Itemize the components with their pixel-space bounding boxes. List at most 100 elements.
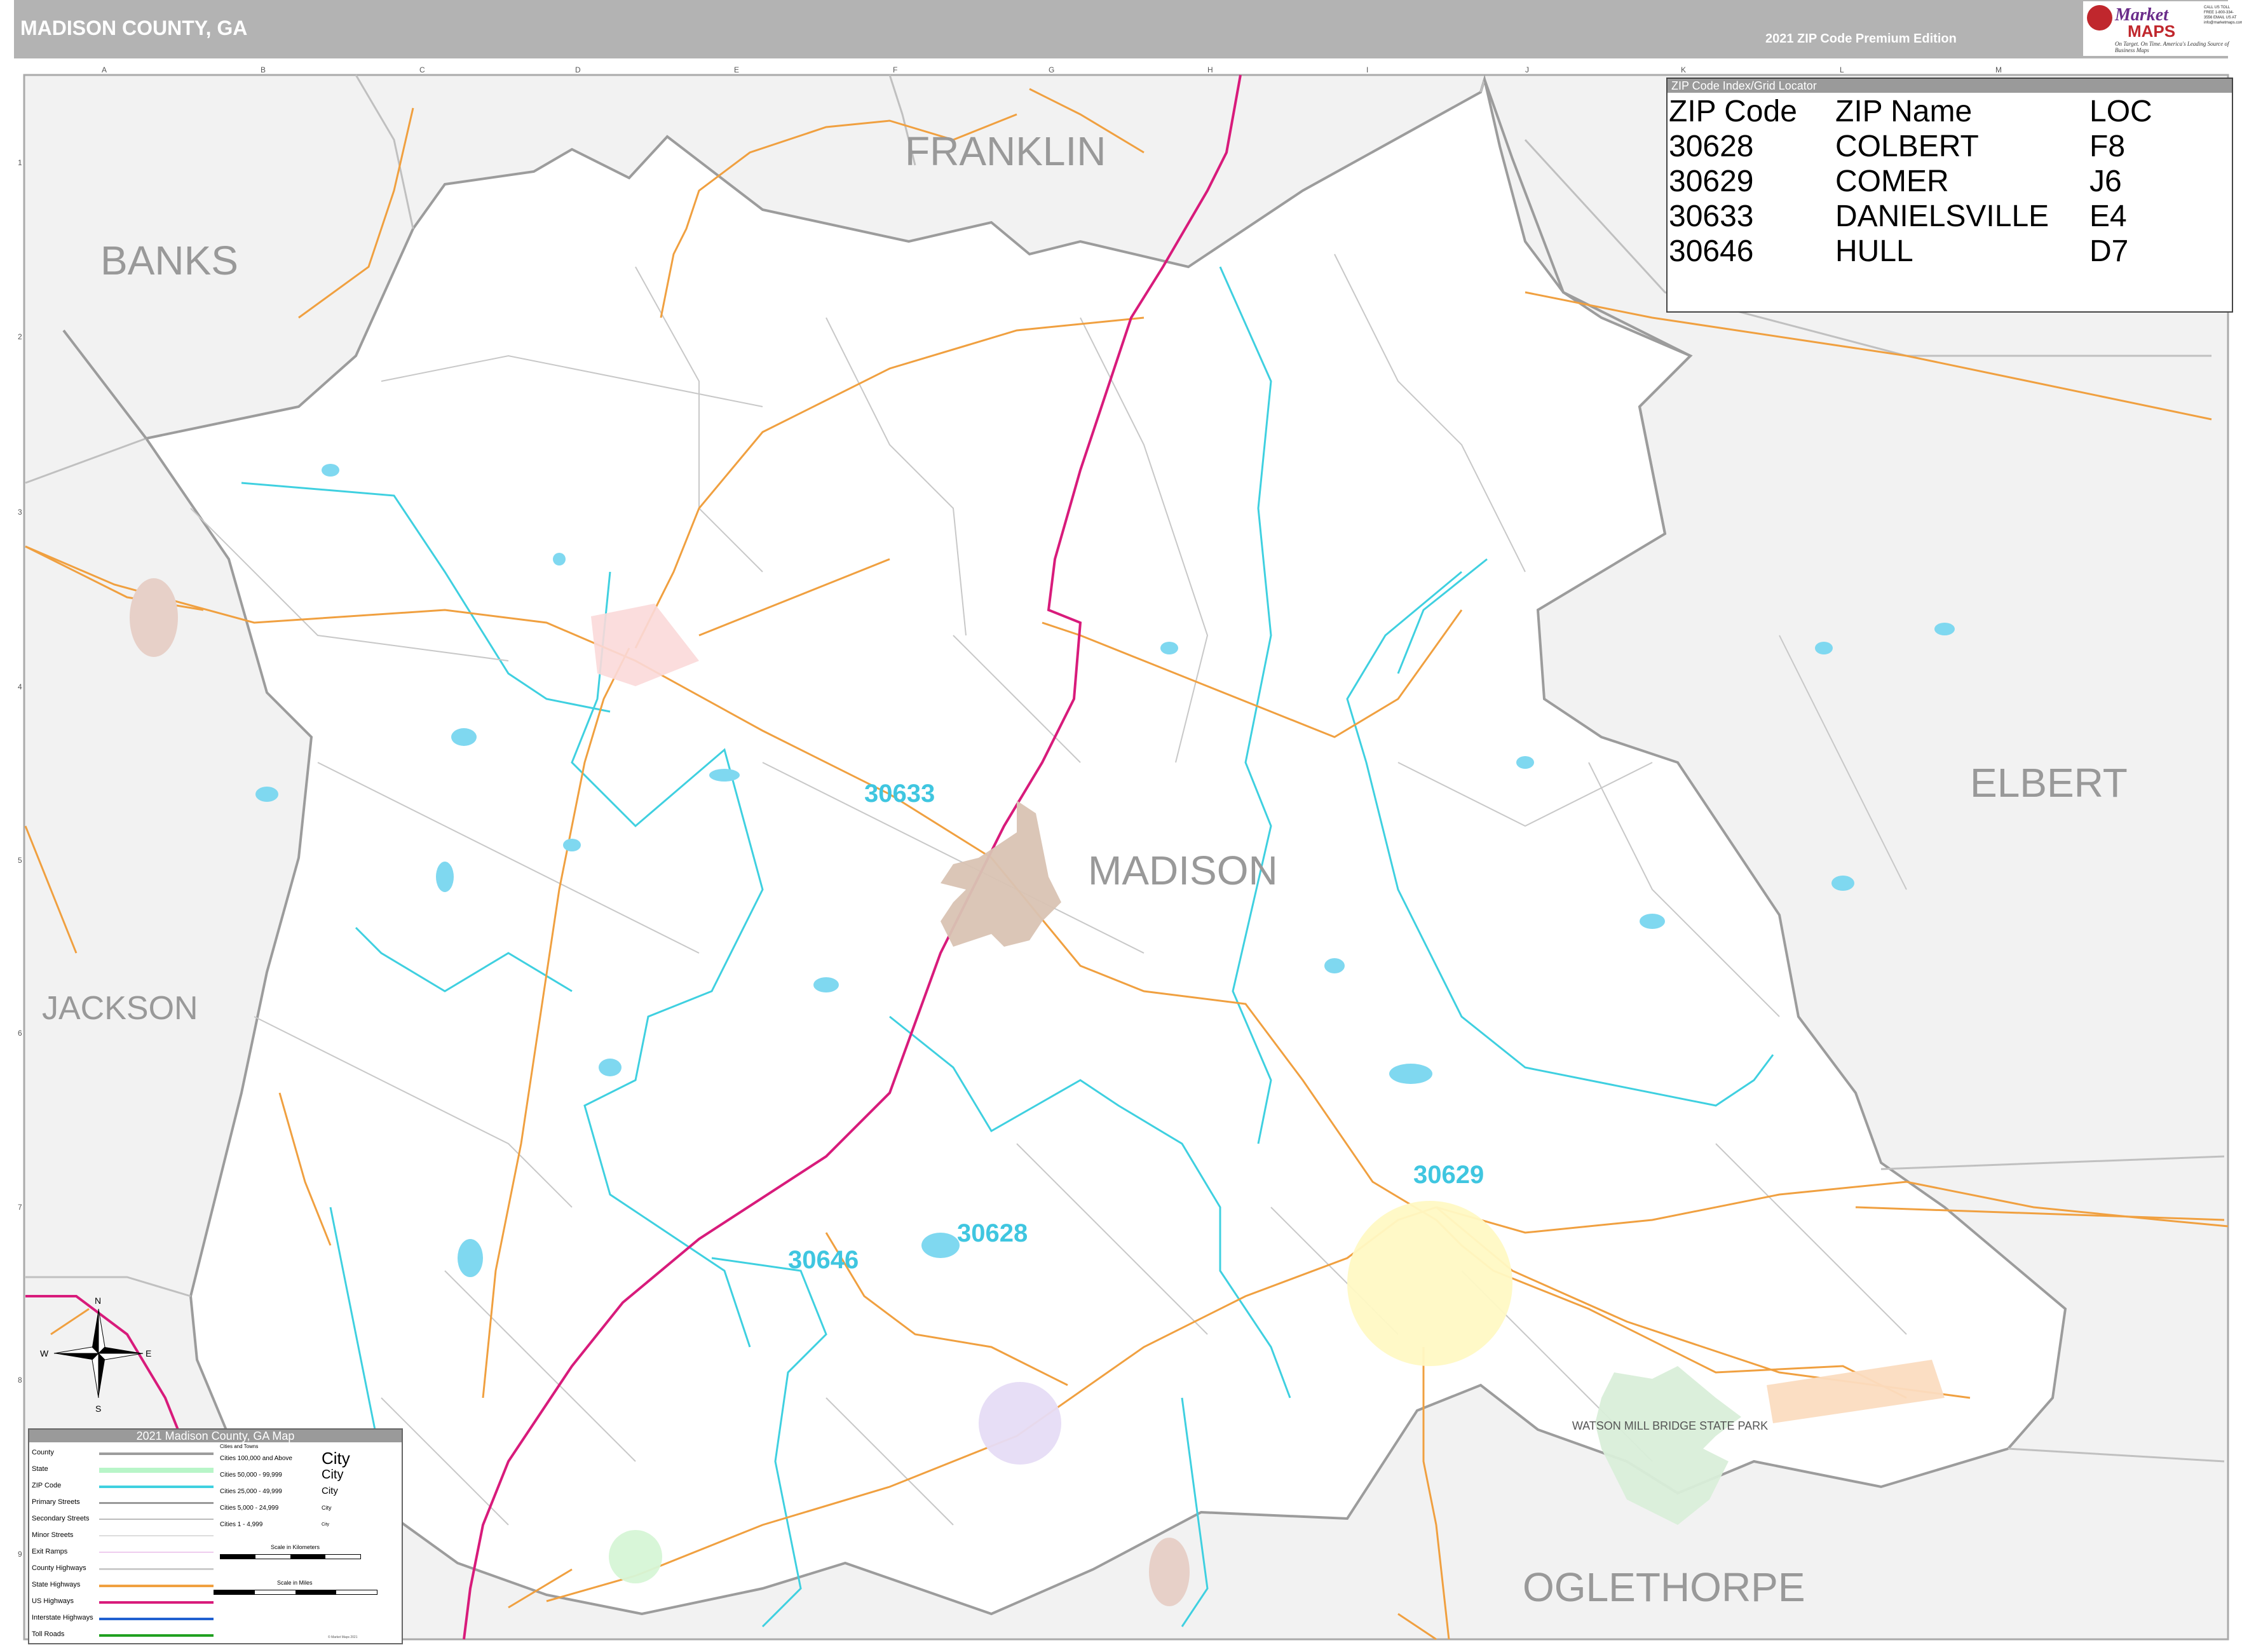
zip-index-table: ZIP Code Index/Grid Locator ZIP Code ZIP…: [1666, 78, 2233, 313]
legend-label-county: County: [32, 1449, 54, 1456]
legend-swatch-primary: [99, 1502, 214, 1504]
zip-index-header-zip: ZIP Code: [1669, 95, 1797, 128]
legend-swatch-county-hwy: [99, 1568, 214, 1570]
legend-city-sample-4: City: [322, 1505, 332, 1511]
grid-row-5: 5: [18, 856, 22, 865]
legend-label-county-hwy: County Highways: [32, 1564, 86, 1572]
zip-loc-cell: J6: [2089, 165, 2122, 198]
legend-city-sample-3: City: [322, 1486, 338, 1496]
legend-city-sample-1: City: [322, 1449, 350, 1468]
park-label-text: WATSON MILL BRIDGE STATE PARK: [1572, 1419, 1768, 1432]
grid-col-H: H: [1207, 65, 1213, 74]
compass-n: N: [95, 1296, 101, 1306]
legend-label-primary: Primary Streets: [32, 1498, 80, 1506]
legend-city-label-4: Cities 5,000 - 24,999: [220, 1505, 279, 1512]
county-label-banks: BANKS: [100, 238, 238, 283]
grid-col-F: F: [893, 65, 897, 74]
zip-label-30633: 30633: [864, 780, 935, 808]
grid-col-A: A: [102, 65, 107, 74]
grid-col-J: J: [1525, 65, 1529, 74]
legend-label-secondary: Secondary Streets: [32, 1515, 90, 1522]
zip-index-header-name: ZIP Name: [1835, 95, 1973, 128]
legend-label-zip: ZIP Code: [32, 1482, 62, 1489]
legend-copyright: © Market Maps 2021: [328, 1635, 358, 1639]
table-row[interactable]: 30633 DANIELSVILLE E4: [1669, 199, 2217, 234]
legend-label-state-hwy: State Highways: [32, 1581, 81, 1588]
compass-s: S: [95, 1404, 101, 1414]
grid-col-E: E: [734, 65, 739, 74]
grid-row-7: 7: [18, 1203, 22, 1212]
legend-city-label-3: Cities 25,000 - 49,999: [220, 1488, 282, 1495]
grid-col-B: B: [261, 65, 266, 74]
grid-row-2: 2: [18, 332, 22, 341]
grid-col-L: L: [1840, 65, 1844, 74]
legend-swatch-state-hwy: [99, 1585, 214, 1587]
legend-label-ramps: Exit Ramps: [32, 1548, 68, 1555]
legend-swatch-state: [99, 1468, 214, 1473]
zip-index-header-row: ZIP Code ZIP Name LOC: [1669, 94, 2217, 129]
table-row[interactable]: 30629 COMER J6: [1669, 164, 2217, 199]
legend-label-state: State: [32, 1465, 48, 1473]
legend-city-sample-2: City: [322, 1468, 344, 1482]
outside-park-banks: [130, 578, 178, 657]
grid-row-1: 1: [18, 158, 22, 167]
county-label-elbert: ELBERT: [1970, 760, 2128, 806]
legend-scale-km-bar: [220, 1554, 361, 1559]
county-label-madison: MADISON: [1088, 848, 1278, 893]
county-label-jackson: JACKSON: [42, 990, 198, 1027]
legend-city-label-2: Cities 50,000 - 99,999: [220, 1472, 282, 1479]
grid-col-G: G: [1049, 65, 1054, 74]
zip-name-cell: DANIELSVILLE: [1835, 200, 2049, 233]
legend-label-toll: Toll Roads: [32, 1630, 65, 1638]
zip-name-cell: COMER: [1835, 165, 1949, 198]
zip-index-grid: ZIP Code ZIP Name LOC 30628 COLBERT F8 3…: [1669, 94, 2217, 269]
legend-swatch-toll: [99, 1634, 214, 1637]
legend-scale-mi-label: Scale in Miles: [277, 1580, 313, 1586]
legend-label-interstate: Interstate Highways: [32, 1614, 93, 1622]
table-row[interactable]: 30628 COLBERT F8: [1669, 129, 2217, 164]
park-label: WATSON MILL BRIDGE STATE PARK: [1572, 1419, 1768, 1432]
legend-city-label-5: Cities 1 - 4,999: [220, 1521, 263, 1528]
zip-code-cell: 30646: [1669, 234, 1754, 268]
compass-w: W: [40, 1348, 49, 1358]
zip-name-cell: COLBERT: [1835, 130, 1979, 163]
grid-col-D: D: [575, 65, 581, 74]
hull-town-area[interactable]: [609, 1530, 662, 1583]
zip-index-header-loc: LOC: [2089, 95, 2152, 128]
grid-col-I: I: [1366, 65, 1368, 74]
zip-label-30628: 30628: [957, 1219, 1028, 1247]
grid-row-6: 6: [18, 1029, 22, 1038]
map-legend: 2021 Madison County, GA Map County State…: [28, 1428, 403, 1644]
legend-swatch-minor: [99, 1535, 214, 1536]
legend-city-label-1: Cities 100,000 and Above: [220, 1455, 292, 1462]
legend-swatch-interstate: [99, 1618, 214, 1620]
legend-label-minor: Minor Streets: [32, 1531, 74, 1539]
grid-row-4: 4: [18, 682, 22, 691]
legend-scale-km-label: Scale in Kilometers: [271, 1544, 320, 1550]
grid-row-3: 3: [18, 508, 22, 517]
grid-row-9: 9: [18, 1550, 22, 1559]
legend-swatch-county: [99, 1452, 214, 1455]
zip-code-cell: 30633: [1669, 200, 1754, 233]
legend-swatch-zip: [99, 1486, 214, 1488]
legend-city-sample-5: City: [322, 1522, 330, 1527]
grid-row-8: 8: [18, 1376, 22, 1385]
legend-swatch-secondary: [99, 1519, 214, 1520]
comer-town-area[interactable]: [1347, 1201, 1512, 1366]
legend-cities-header: Cities and Towns: [220, 1444, 259, 1449]
table-row[interactable]: 30646 HULL D7: [1669, 234, 2217, 269]
zip-name-cell: HULL: [1835, 234, 1913, 268]
legend-swatch-us-hwy: [99, 1601, 214, 1604]
outside-park-oglethorpe: [1149, 1538, 1190, 1606]
zip-loc-cell: E4: [2089, 200, 2127, 233]
grid-col-M: M: [1995, 65, 2002, 74]
grid-col-C: C: [419, 65, 425, 74]
colbert-town-area[interactable]: [979, 1382, 1061, 1465]
county-label-franklin: FRANKLIN: [905, 128, 1106, 174]
legend-label-us-hwy: US Highways: [32, 1597, 74, 1605]
zip-loc-cell: F8: [2089, 130, 2126, 163]
zip-loc-cell: D7: [2089, 234, 2129, 268]
zip-code-cell: 30629: [1669, 165, 1754, 198]
grid-col-K: K: [1681, 65, 1686, 74]
zip-index-title: ZIP Code Index/Grid Locator: [1668, 79, 2232, 93]
